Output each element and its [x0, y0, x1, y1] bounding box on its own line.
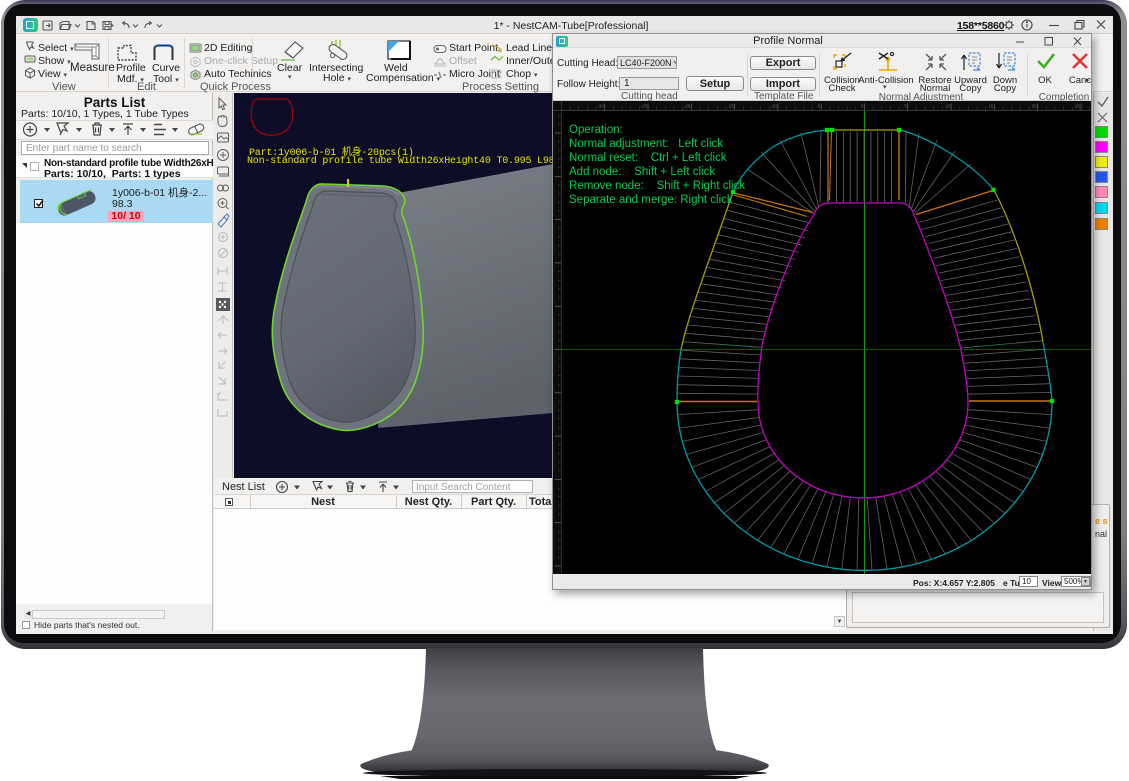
- svg-text:-20: -20: [684, 104, 691, 109]
- svg-text:-5: -5: [816, 104, 820, 109]
- svg-text:20: 20: [1032, 104, 1038, 109]
- svg-text:-10: -10: [770, 104, 777, 109]
- svg-text:-15: -15: [727, 104, 734, 109]
- svg-text:Normal reset: Ctrl + Left c: Normal reset: Ctrl + Left click: [569, 152, 727, 164]
- svg-text:15: 15: [988, 104, 994, 109]
- svg-text:Operation:: Operation:: [569, 124, 623, 136]
- svg-text:Normal adjustment: Left clic: Normal adjustment: Left click: [569, 138, 723, 150]
- svg-text:-25: -25: [640, 104, 647, 109]
- svg-text:Separate and merge: Right clic: Separate and merge: Right click: [569, 194, 733, 206]
- svg-text:25: 25: [1075, 104, 1081, 109]
- svg-text:Remove node: Shift + Right: Remove node: Shift + Right click: [569, 180, 745, 192]
- svg-text:10: 10: [945, 104, 951, 109]
- svg-text:Add node: Shift + Left clic: Add node: Shift + Left click: [569, 166, 715, 178]
- svg-text:-30: -30: [597, 104, 604, 109]
